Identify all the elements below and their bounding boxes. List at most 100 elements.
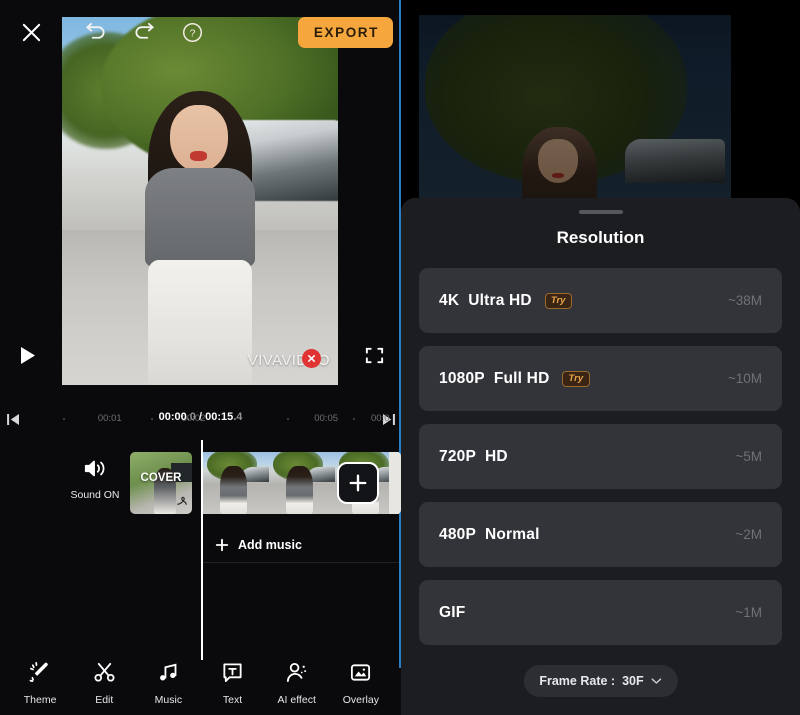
tool-edit[interactable]: Edit bbox=[74, 661, 134, 706]
clip-frame bbox=[269, 452, 335, 514]
resolution-option-4k-badge[interactable]: Try bbox=[544, 292, 573, 309]
frame-rate-label: Frame Rate : bbox=[539, 674, 616, 688]
resolution-option-gif-size: ~1M bbox=[735, 605, 762, 620]
text-box-icon bbox=[221, 661, 244, 689]
svg-text:?: ? bbox=[190, 27, 196, 39]
resolution-option-4k-labels: 4K Ultra HD Try bbox=[439, 291, 573, 310]
resolution-option-4k[interactable]: 4K Ultra HD Try ~38M bbox=[419, 268, 782, 333]
timeline-tracks: Sound ON COVER Add music bbox=[0, 440, 401, 660]
resolution-option-480p[interactable]: 480P Normal ~2M bbox=[419, 502, 782, 567]
tool-overlay[interactable]: Overlay bbox=[331, 661, 391, 706]
resolution-option-4k-main: 4K bbox=[439, 291, 460, 309]
resolution-option-720p-sub: HD bbox=[485, 447, 508, 465]
dim-overlay bbox=[419, 15, 731, 215]
resolution-option-gif[interactable]: GIF ~1M bbox=[419, 580, 782, 645]
skip-to-start-icon[interactable] bbox=[0, 413, 26, 425]
add-music-button[interactable]: Add music bbox=[203, 528, 401, 562]
sound-toggle-label: Sound ON bbox=[70, 489, 120, 501]
editor-bottom-toolbar: Theme Edit Music Text AI effect Overlay bbox=[0, 655, 401, 715]
timeline-ruler[interactable]: 00:01 00:02 00:05 00:0 00:00.0 / 00:15.4 bbox=[0, 404, 401, 434]
plus-icon bbox=[215, 538, 229, 552]
resolution-option-720p-size: ~5M bbox=[735, 449, 762, 464]
resolution-option-4k-sub: Ultra HD bbox=[468, 291, 532, 309]
tool-text-label: Text bbox=[222, 693, 243, 706]
add-music-label: Add music bbox=[238, 538, 302, 552]
time-separator: / bbox=[195, 411, 206, 423]
resolution-option-480p-main: 480P bbox=[439, 525, 476, 543]
resolution-option-1080p-labels: 1080P Full HD Try bbox=[439, 369, 591, 388]
music-note-icon bbox=[157, 661, 180, 689]
resolution-option-720p[interactable]: 720P HD ~5M bbox=[419, 424, 782, 489]
editor-top-bar: ? EXPORT bbox=[0, 0, 401, 64]
resolution-option-1080p-size: ~10M bbox=[727, 371, 762, 386]
ruler-tick-5: 00:05 bbox=[314, 413, 339, 424]
resolution-option-720p-main: 720P bbox=[439, 447, 476, 465]
resolution-option-1080p-sub: Full HD bbox=[493, 369, 550, 387]
resolution-option-4k-size: ~38M bbox=[727, 293, 762, 308]
preview-subject-pants bbox=[147, 259, 253, 385]
undo-icon[interactable] bbox=[84, 22, 107, 42]
fullscreen-button[interactable] bbox=[359, 340, 389, 370]
frame-rate-selector[interactable]: Frame Rate : 30F bbox=[523, 665, 678, 697]
video-preview[interactable]: VIVAVIDEO bbox=[62, 17, 338, 385]
ruler-dot bbox=[63, 418, 66, 420]
total-time-frames: .4 bbox=[233, 411, 243, 423]
magic-wand-icon bbox=[29, 661, 52, 689]
cover-label: COVER bbox=[140, 472, 182, 484]
total-time-value: 00:15 bbox=[205, 411, 234, 423]
preview-subject-shirt bbox=[144, 167, 256, 268]
help-icon[interactable]: ? bbox=[182, 22, 203, 43]
add-clip-button[interactable] bbox=[337, 462, 379, 504]
app-screen: VIVAVIDEO ? EXPORT 00:01 00:02 00:05 00:… bbox=[0, 0, 800, 715]
resolution-option-480p-sub: Normal bbox=[485, 525, 540, 543]
redo-icon[interactable] bbox=[133, 22, 156, 42]
ruler-tick-6: 00:0 bbox=[370, 413, 390, 424]
play-button[interactable] bbox=[12, 340, 42, 370]
cover-thumbnail[interactable]: COVER bbox=[130, 452, 192, 514]
timeline-playhead[interactable] bbox=[201, 440, 203, 660]
sound-toggle[interactable]: Sound ON bbox=[62, 458, 128, 501]
tool-theme[interactable]: Theme bbox=[10, 661, 70, 706]
video-editor-pane: VIVAVIDEO ? EXPORT 00:01 00:02 00:05 00:… bbox=[0, 0, 402, 715]
resolution-option-1080p-main: 1080P bbox=[439, 369, 485, 387]
drag-handle-icon[interactable] bbox=[578, 210, 623, 214]
frame-rate-value: 30F bbox=[622, 674, 644, 688]
scissors-icon bbox=[93, 661, 116, 689]
ruler-dot bbox=[150, 418, 153, 420]
person-sparkle-icon bbox=[285, 661, 308, 689]
dimmed-video-preview bbox=[419, 15, 731, 215]
ruler-dot bbox=[286, 418, 289, 420]
tool-overlay-label: Overlay bbox=[342, 693, 379, 706]
resolution-option-gif-main: GIF bbox=[439, 603, 466, 621]
resolution-sheet: Resolution 4K Ultra HD Try ~38M 1080P Fu… bbox=[401, 198, 800, 715]
resolution-option-480p-labels: 480P Normal bbox=[439, 526, 540, 544]
ruler-dot bbox=[353, 418, 356, 420]
chevron-down-icon bbox=[651, 674, 662, 688]
export-button[interactable]: EXPORT bbox=[297, 17, 393, 48]
resolution-option-gif-labels: GIF bbox=[439, 604, 465, 622]
image-frame-icon bbox=[349, 661, 372, 689]
tool-ai-effect-label: AI effect bbox=[277, 693, 316, 706]
resolution-option-1080p[interactable]: 1080P Full HD Try ~10M bbox=[419, 346, 782, 411]
resolution-option-1080p-badge[interactable]: Try bbox=[562, 370, 591, 387]
current-time-display: 00:00.0 / 00:15.4 bbox=[159, 411, 243, 423]
tool-music[interactable]: Music bbox=[138, 661, 198, 706]
resolution-option-720p-labels: 720P HD bbox=[439, 448, 508, 466]
watermark-close-icon[interactable] bbox=[302, 349, 321, 368]
export-settings-pane: Resolution 4K Ultra HD Try ~38M 1080P Fu… bbox=[401, 0, 800, 715]
ruler-track[interactable]: 00:01 00:02 00:05 00:0 00:00.0 / 00:15.4 bbox=[26, 404, 389, 434]
preview-subject-face bbox=[169, 105, 228, 172]
close-button[interactable] bbox=[0, 0, 62, 64]
tool-music-label: Music bbox=[154, 693, 183, 706]
resolution-option-480p-size: ~2M bbox=[735, 527, 762, 542]
clip-trim-handle[interactable] bbox=[389, 452, 401, 514]
sheet-title: Resolution bbox=[556, 228, 645, 247]
pen-icon[interactable] bbox=[175, 494, 188, 512]
tool-ai-effect[interactable]: AI effect bbox=[267, 661, 327, 706]
track-divider bbox=[203, 562, 401, 563]
current-time-value: 00:00 bbox=[158, 411, 187, 423]
tool-edit-label: Edit bbox=[95, 693, 114, 706]
ruler-tick-1: 00:01 bbox=[97, 413, 122, 424]
tool-text[interactable]: Text bbox=[203, 661, 263, 706]
clip-frame bbox=[203, 452, 269, 514]
